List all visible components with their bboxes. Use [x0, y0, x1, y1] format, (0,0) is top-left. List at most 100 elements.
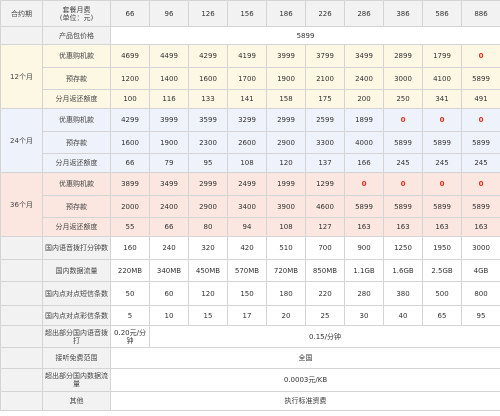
- value-cell: 5899: [383, 195, 423, 218]
- value-cell: 4699: [110, 44, 150, 68]
- value-cell: 0: [461, 44, 500, 68]
- value-cell: 163: [422, 217, 462, 237]
- feature-row: 超出部分国内数据流量 0.0003元/KB: [0, 368, 500, 392]
- feature-row: 其他 执行标准资费: [0, 391, 500, 411]
- value-cell: 3899: [110, 172, 150, 196]
- value-cell: 2599: [305, 108, 345, 132]
- feature-label: 超出部分国内数据流量: [42, 368, 111, 392]
- value-cell: 245: [461, 153, 500, 173]
- value-cell: 4100: [422, 67, 462, 90]
- value-cell: 4000: [344, 131, 384, 154]
- value-cell: 2900: [266, 131, 306, 154]
- value-cell: 120: [266, 153, 306, 173]
- feature-row: 国内点对点短信条数 50 60 120 150 180 220 280 380 500 800: [0, 281, 500, 306]
- plan-fee-label: 套餐月费: [62, 5, 91, 14]
- row-label: 分月返还额度: [42, 153, 111, 173]
- value-cell: 3799: [305, 44, 345, 68]
- plan-fee-cell: 886: [461, 0, 500, 27]
- row-label: 预存款: [42, 131, 111, 154]
- value-cell: 95: [461, 305, 500, 326]
- feature-row: 国内点对点彩信条数 5 10 15 17 20 25 30 40 65 95: [0, 305, 500, 326]
- blank-cell: [0, 368, 43, 392]
- value-cell: 220: [305, 281, 345, 306]
- value-cell: 2600: [227, 131, 267, 154]
- blank-cell: [0, 305, 43, 326]
- plan-fee-cell: 186: [266, 0, 306, 27]
- value-cell: 245: [383, 153, 423, 173]
- value-cell: 100: [110, 89, 150, 109]
- feature-label: 接听免费范围: [42, 347, 111, 369]
- value-cell: 127: [305, 217, 345, 237]
- value-cell: 1899: [344, 108, 384, 132]
- value-cell: 720MB: [266, 259, 306, 282]
- plan-fee-cell: 286: [344, 0, 384, 27]
- value-cell: 1400: [149, 67, 189, 90]
- value-cell: 1999: [266, 172, 306, 196]
- value-cell: 1900: [266, 67, 306, 90]
- value-cell: 220MB: [110, 259, 150, 282]
- value-cell: 5899: [383, 131, 423, 154]
- value-cell: 420: [227, 236, 267, 260]
- value-cell: 0: [461, 172, 500, 196]
- term-row: 24个月 优惠购机款 4299 3999 3599 3299 2999 2599 1899 0 0 0: [0, 108, 500, 173]
- blank-cell: [0, 281, 43, 306]
- blank-cell: [0, 26, 43, 45]
- row-label: 优惠购机款: [42, 172, 111, 196]
- blank-cell: [0, 236, 43, 260]
- plan-fee-cell: 156: [227, 0, 267, 27]
- plan-fee-cell: 96: [149, 0, 189, 27]
- blank-cell: [0, 259, 43, 282]
- feature-label: 国内数据流量: [42, 259, 111, 282]
- feature-row: 超出部分国内语音拨打 0.20元/分钟 0.15/分钟: [0, 325, 500, 348]
- value-cell: 40: [383, 305, 423, 326]
- value-cell: 65: [422, 305, 462, 326]
- value-cell: 3499: [149, 172, 189, 196]
- value-cell: 510: [266, 236, 306, 260]
- term-label: 36个月: [0, 172, 43, 237]
- value-cell: 2899: [383, 44, 423, 68]
- row-label: 预存款: [42, 67, 111, 90]
- value-cell: 570MB: [227, 259, 267, 282]
- value-cell: 3300: [305, 131, 345, 154]
- value-cell: 20: [266, 305, 306, 326]
- value-cell: 4600: [305, 195, 345, 218]
- value-cell: 2499: [227, 172, 267, 196]
- term-label: 24个月: [0, 108, 43, 173]
- value-cell: 2400: [344, 67, 384, 90]
- value-cell: 1950: [422, 236, 462, 260]
- plan-fee-cell: 586: [422, 0, 462, 27]
- term-row: 12个月 优惠购机款 4699 4499 4299 4199 3999 3799 3499 289…: [0, 44, 500, 109]
- value-cell: 2400: [149, 195, 189, 218]
- value-cell: 0: [422, 108, 462, 132]
- value-cell: 1700: [227, 67, 267, 90]
- value-cell: 66: [110, 153, 150, 173]
- blank-cell: [0, 325, 43, 348]
- term-row: 36个月 优惠购机款 3899 3499 2999 2499 1999 1299 0 0 0 0: [0, 172, 500, 237]
- value-cell: 160: [110, 236, 150, 260]
- value-cell: 2100: [305, 67, 345, 90]
- value-cell: 95: [188, 153, 228, 173]
- value-cell: 79: [149, 153, 189, 173]
- value-cell: 320: [188, 236, 228, 260]
- term-row: 分月返还额度 66 79 95 108 120 137 166 245 245 245: [1, 153, 500, 173]
- term-row: 预存款 1200 1400 1600 1700 1900 2100 2400 3000 4100 5…: [1, 67, 500, 90]
- value-cell: 175: [305, 89, 345, 109]
- value-cell: 200: [344, 89, 384, 109]
- value-cell: 158: [266, 89, 306, 109]
- value-cell: 850MB: [305, 259, 345, 282]
- value-cell: 2999: [188, 172, 228, 196]
- value-cell: 5: [110, 305, 150, 326]
- term-row: 分月返还额度 100 116 133 141 158 175 200 250 341 491: [1, 89, 500, 109]
- value-cell: 1.6GB: [383, 259, 423, 282]
- value-cell: 340MB: [149, 259, 189, 282]
- value-cell: 800: [461, 281, 500, 306]
- value-cell: 163: [344, 217, 384, 237]
- term-row: 预存款 2000 2400 2900 3400 3900 4600 5899 5899 5899 5…: [1, 195, 500, 218]
- plan-fee-cell: 66: [110, 0, 150, 27]
- value-cell: 3999: [266, 44, 306, 68]
- term-header: 合约期: [0, 0, 43, 27]
- value-cell: 250: [383, 89, 423, 109]
- value-cell: 0: [344, 172, 384, 196]
- value-cell: 120: [188, 281, 228, 306]
- value-cell: 5899: [461, 131, 500, 154]
